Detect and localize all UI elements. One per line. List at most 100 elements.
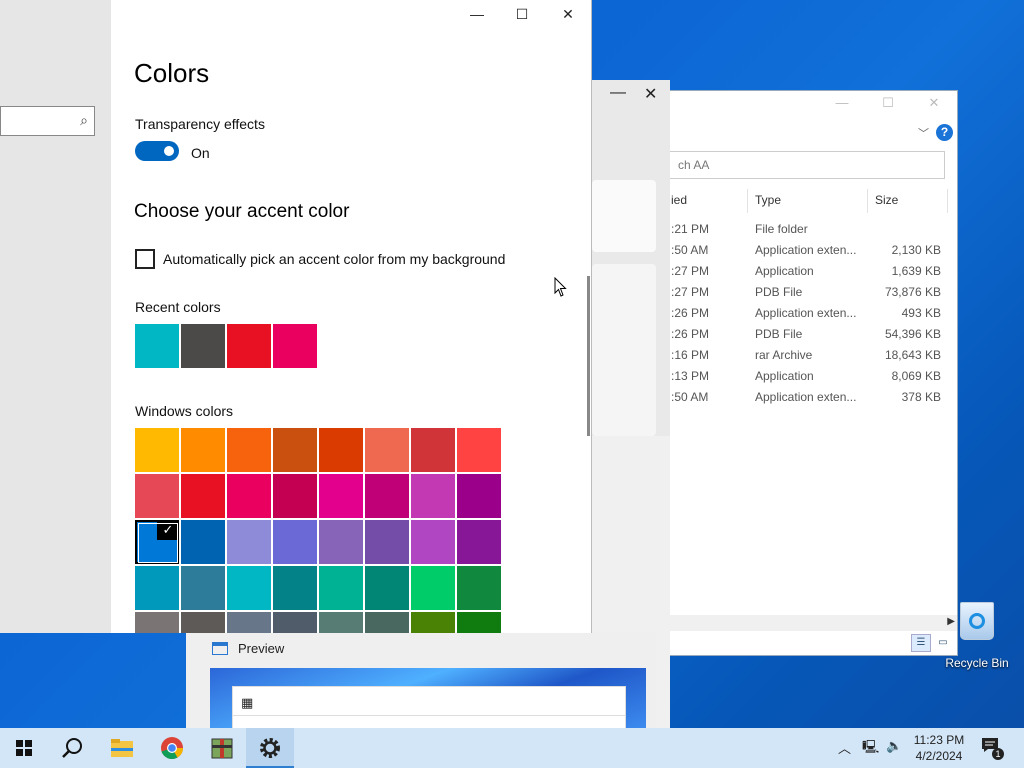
recycle-bin-icon (960, 602, 994, 640)
windows-color-swatch[interactable] (181, 612, 225, 633)
windows-color-swatch[interactable] (227, 612, 271, 633)
recent-color-swatch[interactable] (181, 324, 225, 368)
column-divider[interactable] (747, 189, 748, 213)
windows-color-swatch[interactable] (273, 428, 317, 472)
maximize-button[interactable]: ☐ (507, 6, 537, 28)
windows-color-swatch[interactable] (411, 474, 455, 518)
colors-settings-window[interactable]: — ☐ ✕ Colors Transparency effects On Cho… (111, 0, 592, 633)
windows-color-swatch[interactable] (181, 566, 225, 610)
windows-color-swatch[interactable] (319, 428, 363, 472)
recycle-bin-desktop-icon[interactable]: Recycle Bin (944, 602, 1010, 670)
file-row[interactable]: :27 PM Application 1,639 KB (641, 261, 957, 282)
minimize-button[interactable]: — (462, 6, 492, 28)
file-type: Application exten... (755, 306, 857, 320)
transparency-label: Transparency effects (135, 116, 265, 132)
settings-scrollbar[interactable] (587, 276, 590, 436)
auto-accent-checkbox[interactable] (135, 249, 155, 269)
auto-accent-label[interactable]: Automatically pick an accent color from … (163, 251, 505, 267)
file-date: :26 PM (671, 306, 710, 320)
windows-colors-grid: ✓ (135, 428, 501, 633)
file-row[interactable]: :26 PM PDB File 54,396 KB (641, 324, 957, 345)
windows-color-swatch[interactable] (135, 474, 179, 518)
file-explorer-taskbar-button[interactable] (98, 728, 146, 768)
close-button[interactable]: ✕ (553, 6, 583, 28)
windows-color-swatch[interactable] (457, 428, 501, 472)
file-type: Application (755, 264, 814, 278)
archive-icon (211, 738, 233, 759)
windows-color-swatch[interactable] (273, 566, 317, 610)
explorer-maximize-button[interactable]: ☐ (873, 95, 903, 115)
explorer-horizontal-scrollbar[interactable]: ▶ (641, 615, 957, 631)
explorer-search-input[interactable]: ch AA (669, 151, 945, 179)
start-button[interactable] (0, 728, 48, 768)
explorer-close-button[interactable]: ✕ (919, 95, 949, 115)
column-header-date[interactable]: ied (671, 193, 687, 207)
help-icon[interactable]: ? (936, 124, 953, 141)
file-row[interactable]: :21 PM File folder (641, 219, 957, 240)
windows-color-swatch[interactable] (227, 474, 271, 518)
windows-color-swatch[interactable] (181, 520, 225, 564)
settings-taskbar-button[interactable] (246, 728, 294, 768)
windows-color-swatch[interactable] (411, 612, 455, 633)
windows-color-swatch[interactable] (227, 520, 271, 564)
column-divider[interactable] (947, 189, 948, 213)
windows-color-swatch[interactable] (227, 566, 271, 610)
windows-color-swatch[interactable] (365, 428, 409, 472)
file-row[interactable]: :27 PM PDB File 73,876 KB (641, 282, 957, 303)
recent-color-swatch[interactable] (273, 324, 317, 368)
windows-color-swatch[interactable] (273, 520, 317, 564)
minimize-button[interactable]: — (610, 84, 626, 102)
windows-color-swatch[interactable] (365, 520, 409, 564)
windows-color-swatch[interactable] (365, 474, 409, 518)
file-explorer-window[interactable]: — ☐ ✕ ﹀ ? ch AA ied Type Size :21 PM File… (640, 90, 958, 656)
taskbar-clock[interactable]: 11:23 PM 4/2/2024 (906, 732, 972, 764)
windows-color-swatch[interactable] (273, 474, 317, 518)
explorer-minimize-button[interactable]: — (827, 95, 857, 115)
explorer-titlebar[interactable]: — ☐ ✕ (641, 91, 957, 119)
search-button[interactable] (48, 728, 96, 768)
windows-color-swatch[interactable] (319, 612, 363, 633)
app-taskbar-button[interactable] (198, 728, 246, 768)
windows-color-swatch[interactable] (365, 612, 409, 633)
windows-color-swatch[interactable] (319, 520, 363, 564)
windows-color-swatch[interactable] (411, 566, 455, 610)
network-icon[interactable]: 🖳 (862, 738, 879, 768)
chrome-taskbar-button[interactable] (148, 728, 196, 768)
windows-color-swatch[interactable] (227, 428, 271, 472)
windows-color-swatch[interactable] (135, 428, 179, 472)
recent-color-swatch[interactable] (227, 324, 271, 368)
windows-color-swatch[interactable] (319, 566, 363, 610)
chevron-up-icon[interactable]: ︿ (838, 738, 851, 768)
settings-card (592, 180, 656, 252)
windows-color-swatch[interactable] (319, 474, 363, 518)
windows-color-swatch[interactable] (411, 520, 455, 564)
file-row[interactable]: :13 PM Application 8,069 KB (641, 366, 957, 387)
notification-center-button[interactable]: 1 (980, 736, 1004, 760)
close-button[interactable]: ✕ (644, 84, 657, 104)
windows-color-swatch[interactable] (457, 520, 501, 564)
column-divider[interactable] (867, 189, 868, 213)
windows-color-swatch[interactable] (181, 474, 225, 518)
recent-color-swatch[interactable] (135, 324, 179, 368)
windows-color-swatch[interactable] (135, 612, 179, 633)
chevron-down-icon[interactable]: ﹀ (918, 125, 929, 141)
column-header-type[interactable]: Type (755, 193, 781, 207)
transparency-toggle[interactable] (135, 141, 179, 161)
windows-color-swatch[interactable] (135, 566, 179, 610)
details-view-icon[interactable]: ☰ (911, 634, 931, 652)
file-row[interactable]: :50 AM Application exten... 378 KB (641, 387, 957, 408)
windows-color-swatch[interactable]: ✓ (135, 520, 179, 564)
file-row[interactable]: :16 PM rar Archive 18,643 KB (641, 345, 957, 366)
windows-color-swatch[interactable] (457, 612, 501, 633)
windows-color-swatch[interactable] (181, 428, 225, 472)
column-header-size[interactable]: Size (875, 193, 898, 207)
windows-color-swatch[interactable] (457, 474, 501, 518)
windows-color-swatch[interactable] (457, 566, 501, 610)
windows-color-swatch[interactable] (411, 428, 455, 472)
file-row[interactable]: :26 PM Application exten... 493 KB (641, 303, 957, 324)
file-row[interactable]: :50 AM Application exten... 2,130 KB (641, 240, 957, 261)
volume-muted-icon[interactable]: 🔈 (886, 738, 902, 768)
windows-color-swatch[interactable] (365, 566, 409, 610)
windows-color-swatch[interactable] (273, 612, 317, 633)
settings-search-input[interactable]: ⌕ (0, 106, 95, 136)
